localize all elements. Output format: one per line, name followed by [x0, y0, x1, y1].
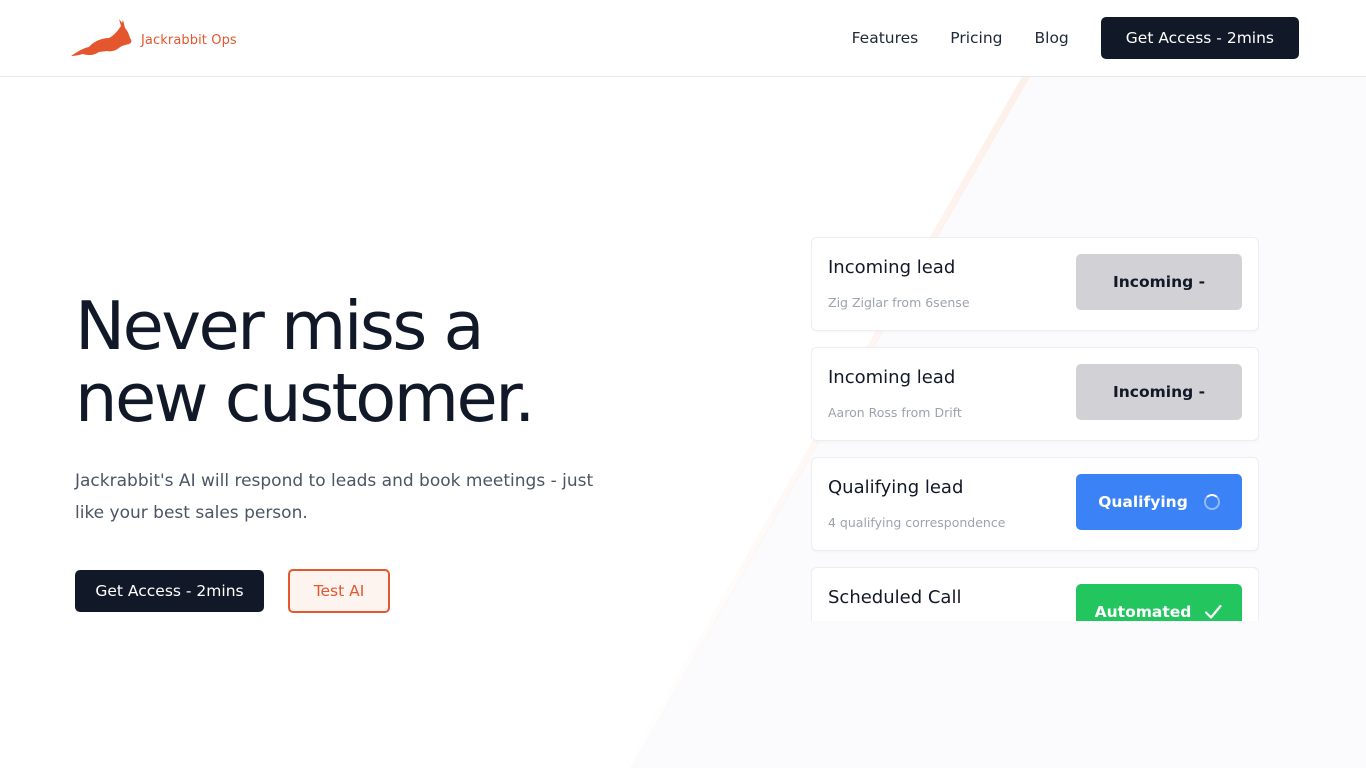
status-badge: Qualifying [1076, 474, 1242, 530]
lead-card: Scheduled Call Automated [811, 567, 1259, 621]
hero-section: Never miss a new customer. Jackrabbit's … [75, 290, 695, 613]
status-badge-label: Incoming - [1112, 383, 1206, 401]
lead-card: Qualifying lead 4 qualifying corresponde… [811, 457, 1259, 551]
headline-line-2: new customer. [75, 359, 535, 437]
lead-card-subtitle: 4 qualifying correspondence [828, 515, 1006, 530]
nav-link-blog[interactable]: Blog [1035, 29, 1069, 47]
nav-link-features[interactable]: Features [852, 29, 919, 47]
test-ai-button[interactable]: Test AI [288, 569, 390, 613]
lead-card: Incoming lead Zig Ziglar from 6sense Inc… [811, 237, 1259, 331]
lead-card-title: Incoming lead [828, 367, 956, 388]
status-badge: Incoming - [1076, 364, 1242, 420]
spinner-icon [1203, 494, 1220, 510]
hero-subtext: Jackrabbit's AI will respond to leads an… [75, 471, 594, 523]
status-badge: Incoming - [1076, 254, 1242, 310]
lead-card-subtitle: Aaron Ross from Drift [828, 405, 962, 420]
logo-link[interactable]: Jackrabbit Ops [69, 18, 237, 62]
status-badge: Automated [1076, 584, 1242, 621]
nav-link-pricing[interactable]: Pricing [950, 29, 1002, 47]
status-badge-label: Automated [1094, 603, 1192, 621]
site-header: Jackrabbit Ops Features Pricing Blog Get… [0, 0, 1366, 77]
status-badge-label: Qualifying [1098, 493, 1188, 511]
hero-actions: Get Access - 2mins Test AI [75, 569, 695, 613]
header-get-access-button[interactable]: Get Access - 2mins [1100, 17, 1299, 59]
hero-headline: Never miss a new customer. [75, 290, 695, 434]
lead-card-title: Incoming lead [828, 257, 956, 278]
get-access-button[interactable]: Get Access - 2mins [75, 570, 264, 612]
lead-card: Incoming lead Aaron Ross from Drift Inco… [811, 347, 1259, 441]
lead-pipeline-cards: Incoming lead Zig Ziglar from 6sense Inc… [811, 237, 1259, 621]
status-badge-label: Incoming - [1112, 273, 1206, 291]
lead-card-title: Scheduled Call [828, 587, 962, 608]
lead-card-subtitle: Zig Ziglar from 6sense [828, 295, 970, 310]
main-nav: Features Pricing Blog Get Access - 2mins [852, 17, 1299, 59]
check-icon [1205, 604, 1222, 619]
headline-line-1: Never miss a [75, 287, 485, 365]
rabbit-logo-icon [69, 18, 133, 62]
logo-text: Jackrabbit Ops [141, 32, 237, 48]
lead-card-title: Qualifying lead [828, 477, 964, 498]
